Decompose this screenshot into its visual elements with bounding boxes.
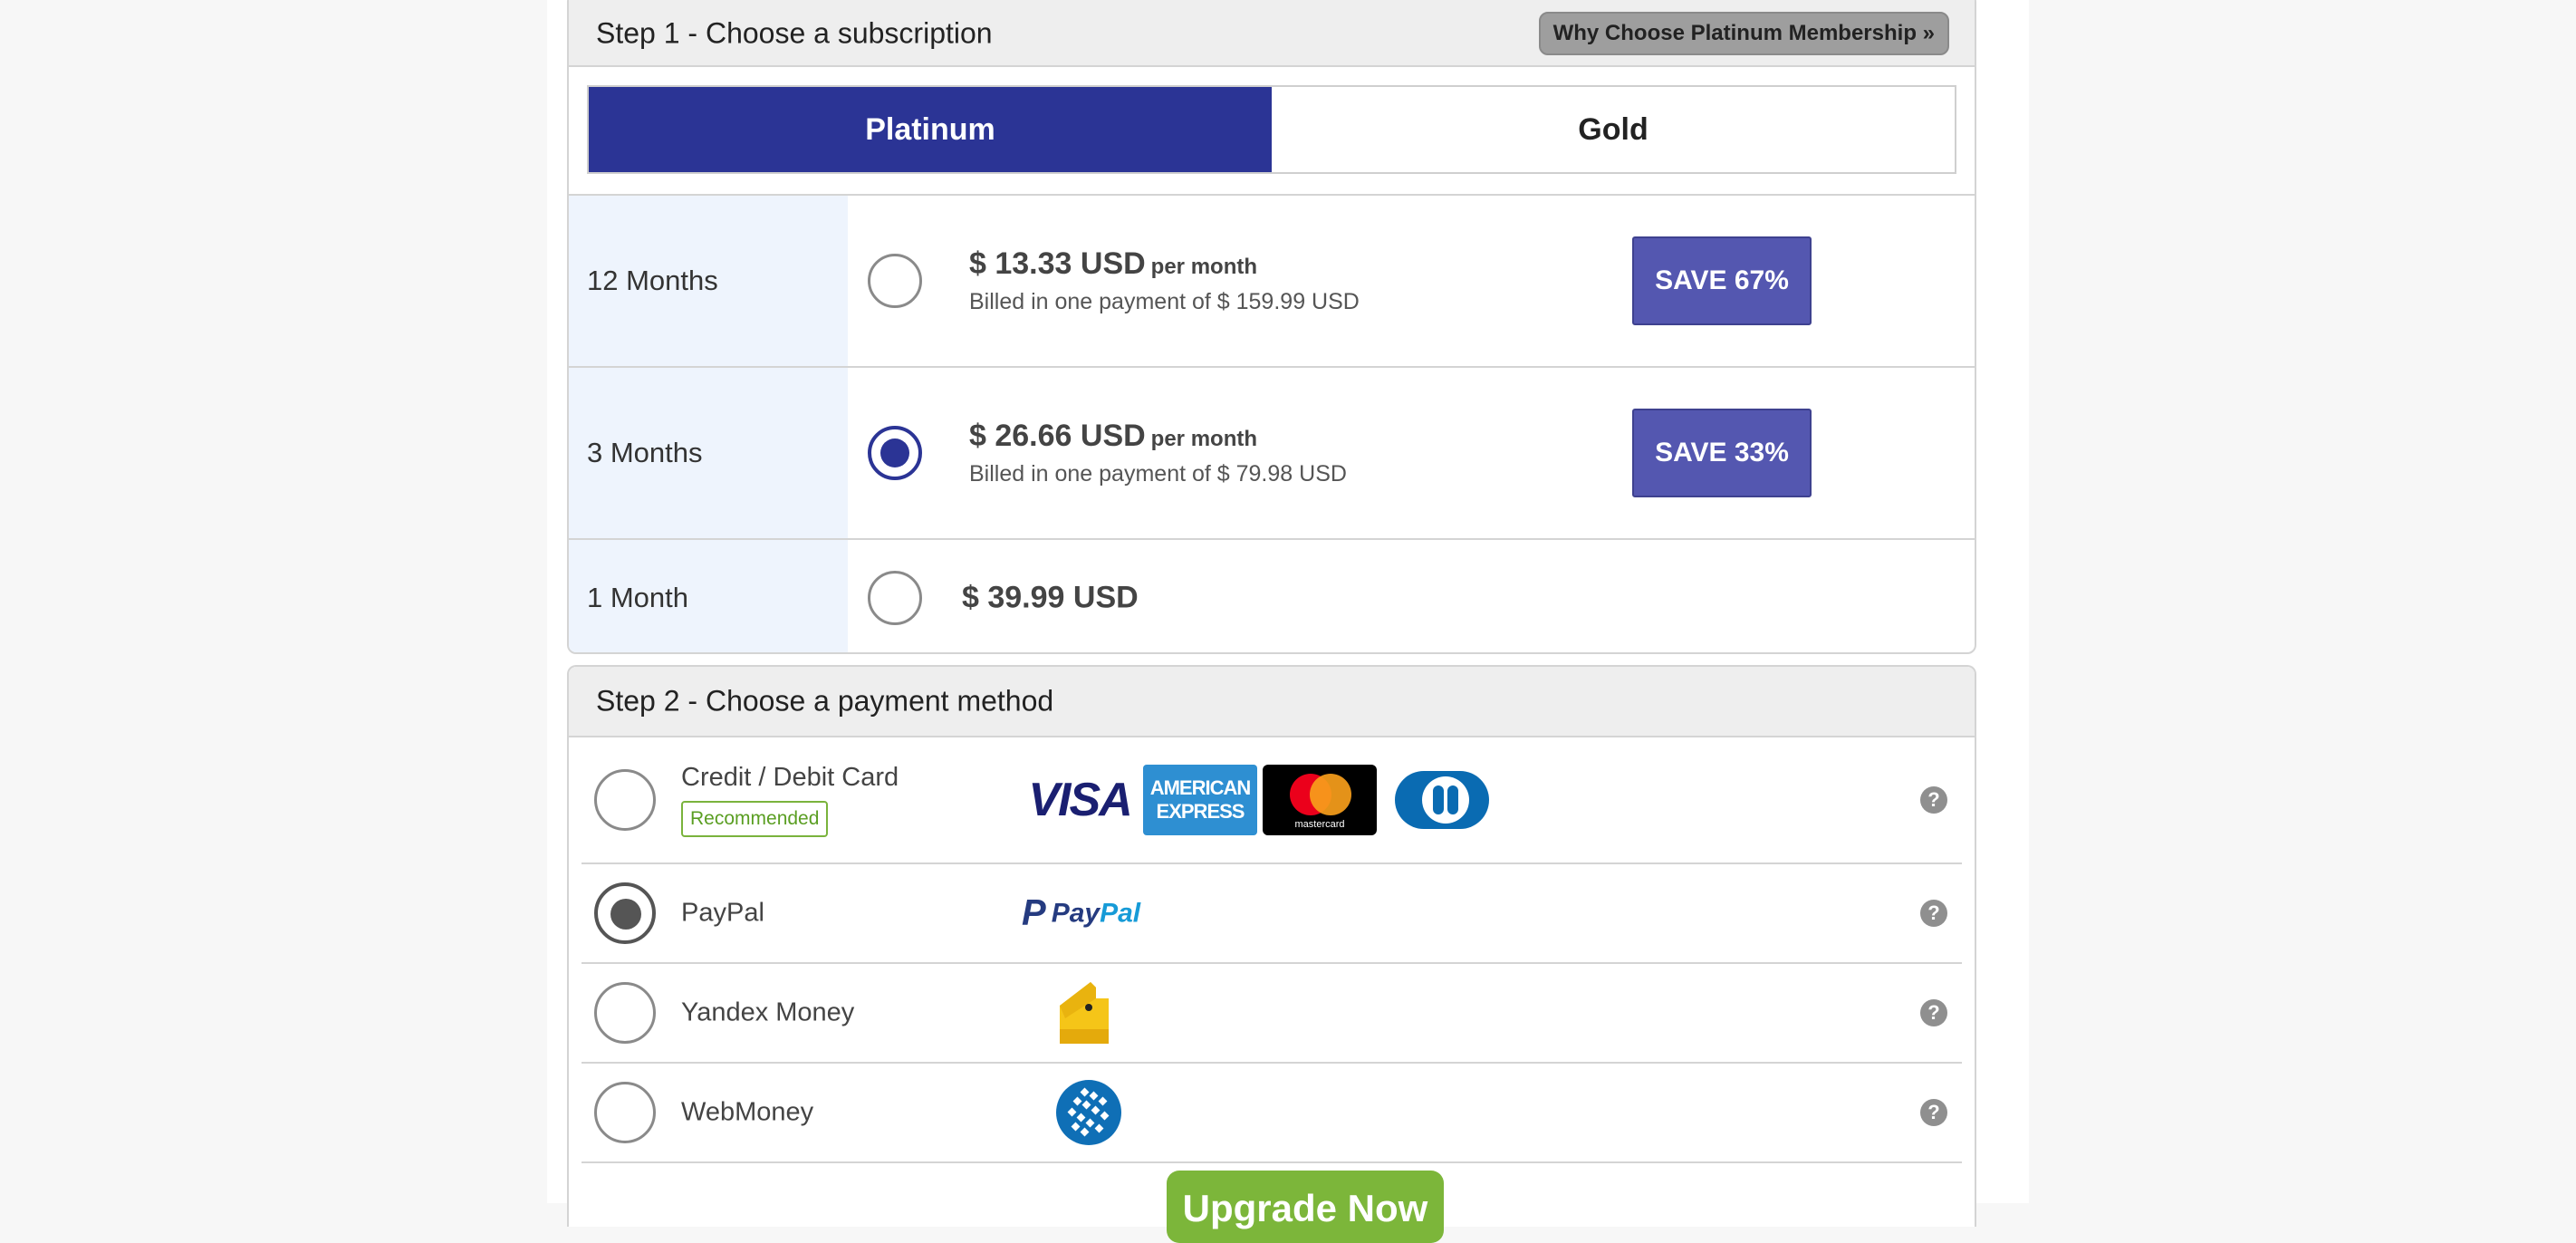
yandex-radio[interactable] [594,982,656,1044]
payment-method-name: Yandex Money [681,997,855,1027]
plan-price-unit: per month [1150,255,1257,279]
save-badge: SAVE 67% [1632,236,1812,325]
paypal-radio[interactable] [594,882,656,944]
mastercard-orange-circle [1310,774,1351,815]
amex-logo-line2: EXPRESS [1156,800,1245,823]
card-logos: VISA AMERICAN EXPRESS mastercard [1022,765,1489,835]
tab-platinum[interactable]: Platinum [589,87,1272,172]
payment-method-yandex[interactable]: Yandex Money ? [582,964,1962,1064]
plan-tabs: Platinum Gold [587,85,1956,174]
subscription-panel: Step 1 - Choose a subscription Why Choos… [567,0,1976,654]
payment-method-paypal[interactable]: PayPal P Pay Pal ? [582,864,1962,964]
diners-club-logo-inner [1422,776,1469,824]
help-icon[interactable]: ? [1920,786,1947,814]
payment-panel: Step 2 - Choose a payment method Credit … [567,665,1976,1227]
save-badge: SAVE 33% [1632,409,1812,497]
payment-panel-header: Step 2 - Choose a payment method [569,667,1975,737]
paypal-logo-pal: Pal [1100,898,1141,928]
plan-3-months-radio[interactable] [868,426,922,480]
payment-method-name: WebMoney [681,1097,814,1127]
plan-tabs-container: Platinum Gold [569,67,1975,196]
payment-method-name: Credit / Debit Card [681,763,899,792]
plan-price: $ 26.66 USD [969,419,1146,453]
tab-gold[interactable]: Gold [1272,87,1955,172]
plan-price-block: $ 26.66 USD per month Billed in one payme… [969,419,1347,487]
mastercard-logo-text: mastercard [1294,819,1345,830]
plan-duration-label: 12 Months [569,196,848,366]
payment-method-webmoney[interactable]: WebMoney ? [582,1064,1962,1163]
diners-club-logo-bar-left [1433,785,1444,814]
plan-price: $ 13.33 USD [969,246,1146,281]
webmoney-radio[interactable] [594,1082,656,1143]
plan-price-unit: per month [1150,427,1257,451]
payment-method-name: PayPal [681,898,764,928]
plan-row-1-month[interactable]: 1 Month $ 39.99 USD [569,540,1975,652]
paypal-logo: P Pay Pal [1022,893,1140,934]
why-platinum-button[interactable]: Why Choose Platinum Membership » [1538,12,1949,55]
help-icon[interactable]: ? [1920,999,1947,1026]
payment-methods-list: Credit / Debit Card Recommended VISA AME… [569,737,1975,1163]
plan-row-3-months[interactable]: 3 Months $ 26.66 USD per month Billed in … [569,368,1975,540]
diners-club-logo-bar-right [1447,785,1458,814]
amex-logo: AMERICAN EXPRESS [1143,765,1257,835]
payment-method-card[interactable]: Credit / Debit Card Recommended VISA AME… [582,737,1962,864]
step1-title: Step 1 - Choose a subscription [596,16,993,50]
plan-billed-text: Billed in one payment of $ 79.98 USD [969,461,1347,487]
webmoney-logo [1056,1080,1121,1145]
upgrade-now-button[interactable]: Upgrade Now [1167,1171,1444,1243]
plan-row-12-months[interactable]: 12 Months $ 13.33 USD per month Billed in… [569,196,1975,368]
plan-price: $ 39.99 USD [962,580,1139,615]
plan-1-month-radio[interactable] [868,571,922,625]
plan-price-block: $ 13.33 USD per month Billed in one payme… [969,246,1360,315]
yandex-money-logo [1060,982,1109,1044]
help-icon[interactable]: ? [1920,900,1947,927]
visa-logo: VISA [1028,774,1132,826]
plan-duration-label: 3 Months [569,368,848,538]
help-icon[interactable]: ? [1920,1099,1947,1126]
mastercard-logo: mastercard [1263,765,1377,835]
step2-title: Step 2 - Choose a payment method [596,684,1054,718]
diners-club-logo [1395,771,1489,829]
paypal-logo-mark: P [1022,892,1046,933]
plan-duration-label: 1 Month [569,540,848,652]
plan-12-months-radio[interactable] [868,254,922,308]
card-radio[interactable] [594,769,656,831]
paypal-logo-pay: Pay [1051,898,1101,928]
recommended-badge: Recommended [681,801,829,837]
subscription-panel-header: Step 1 - Choose a subscription Why Choos… [569,0,1975,67]
amex-logo-line1: AMERICAN [1149,776,1252,799]
checkout-page: Step 1 - Choose a subscription Why Choos… [547,0,2029,1243]
plan-billed-text: Billed in one payment of $ 159.99 USD [969,289,1360,314]
